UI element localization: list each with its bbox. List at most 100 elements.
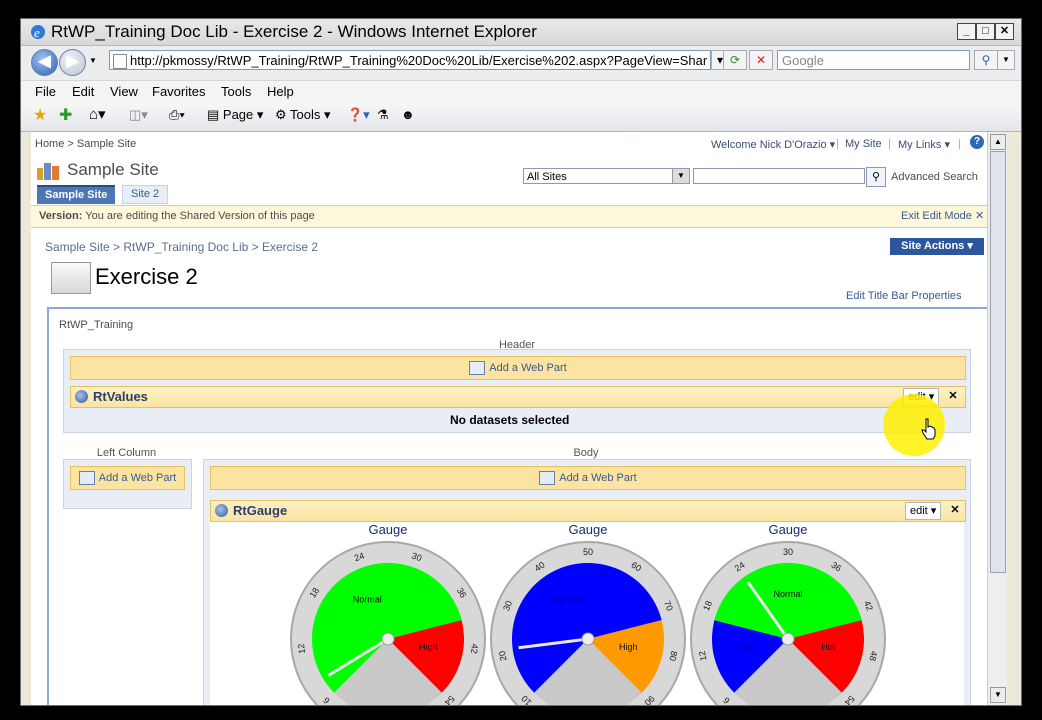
left-add-web-part-label: Add a Web Part [98, 472, 177, 484]
menu-tools[interactable]: Tools [221, 84, 251, 99]
gauge-area: Gauge Gauge Gauge Normal High 6 12 18 24 30 36 4… [210, 522, 964, 705]
my-links-menu[interactable]: My Links ▾ [898, 138, 950, 151]
stop-icon[interactable]: ✕ [749, 50, 773, 70]
welcome-menu[interactable]: Welcome Nick D'Orazio ▾ [711, 138, 835, 151]
search-options-icon[interactable]: ▼ [997, 50, 1015, 70]
rtgauge-webpart-header: RtGauge edit ▾ ✕ [210, 500, 966, 522]
body-add-web-part-button[interactable]: Add a Web Part [210, 466, 966, 490]
menu-view[interactable]: View [110, 84, 138, 99]
favorites-star-icon[interactable]: ★ [33, 105, 47, 125]
tools-menu-label: Tools [290, 107, 321, 122]
page-menu-label: Page [222, 107, 254, 122]
help-icon[interactable]: ? [970, 135, 984, 149]
gauge-3-zone-label-hot: Hot [821, 642, 836, 652]
edit-title-bar-link[interactable]: Edit Title Bar Properties [846, 290, 962, 302]
rtvalues-title: RtValues [93, 389, 148, 404]
rtgauge-title: RtGauge [233, 503, 288, 518]
search-go-icon[interactable]: ⚲ [974, 50, 998, 70]
page-breadcrumb[interactable]: Sample Site > RtWP_Training Doc Lib > Ex… [45, 240, 318, 254]
global-nav: Home > Sample Site Welcome Nick D'Orazio… [31, 132, 987, 156]
search-scope-value: All Sites [527, 171, 567, 183]
exit-edit-mode-link[interactable]: Exit Edit Mode ✕ [901, 206, 984, 227]
gauge-3-tick-label: 48 [867, 650, 879, 662]
forward-button[interactable]: ▶ [59, 49, 86, 76]
window-title: RtWP_Training Doc Lib - Exercise 2 - Win… [51, 22, 537, 41]
research-icon[interactable]: ⚗ [377, 107, 389, 123]
search-input[interactable]: Google [777, 50, 970, 70]
scroll-thumb[interactable] [990, 151, 1006, 573]
refresh-icon[interactable]: ⟳ [723, 50, 747, 70]
gauge-2-hub [581, 632, 595, 646]
page-title-icon [51, 262, 91, 294]
rtgauge-close-button[interactable]: ✕ [947, 502, 963, 518]
gauge-3-zone-label-low: Low [739, 642, 756, 652]
gauge-1-zone-label-high: High [419, 642, 438, 652]
scroll-up-icon[interactable]: ▲ [990, 134, 1006, 150]
site-actions-menu[interactable]: Site Actions ▾ [890, 238, 984, 255]
body-zone: Add a Web Part RtGauge edit ▾ ✕ Gauge Ga… [203, 459, 971, 705]
version-bar: Version: You are editing the Shared Vers… [31, 205, 987, 228]
internet-explorer-icon: e [31, 25, 45, 40]
page-icon [113, 54, 127, 69]
address-toolbar: ◀ ▶ ▼ http://pkmossy/RtWP_Training/RtWP_… [21, 46, 1021, 80]
site-search-input[interactable] [693, 168, 865, 184]
global-breadcrumb[interactable]: Home > Sample Site [35, 138, 136, 150]
body-zone-label: Body [573, 447, 599, 459]
add-favorite-icon[interactable]: ✚ [59, 105, 72, 125]
back-button[interactable]: ◀ [31, 49, 58, 76]
gauge-1-hub [381, 632, 395, 646]
add-web-part-icon [78, 471, 95, 486]
left-column-zone: Add a Web Part [63, 459, 192, 509]
body-add-web-part-label: Add a Web Part [559, 472, 637, 484]
gauge-3-zone-label-normal: Normal [773, 589, 802, 599]
add-web-part-icon [539, 471, 556, 486]
help-menu-icon[interactable]: ❓▾ [347, 107, 370, 123]
home-icon[interactable]: ⌂▾ [89, 105, 106, 123]
rtvalues-globe-icon [75, 390, 88, 403]
vertical-scrollbar[interactable]: ▲ ▼ [987, 132, 1007, 705]
menu-favorites[interactable]: Favorites [152, 84, 205, 99]
print-icon[interactable]: ⎙▾ [169, 107, 185, 123]
maximize-button[interactable]: □ [976, 23, 995, 40]
close-window-button[interactable]: ✕ [995, 23, 1014, 40]
menu-file[interactable]: File [35, 84, 56, 99]
tools-menu-button[interactable]: ⚙ Tools ▾ [275, 107, 331, 123]
svg-text:e: e [34, 25, 40, 40]
add-web-part-icon [469, 361, 486, 376]
tab-sample-site[interactable]: Sample Site [37, 185, 116, 204]
page-menu-button[interactable]: ▤ Page ▾ [207, 107, 263, 123]
page-content: Home > Sample Site Welcome Nick D'Orazio… [31, 132, 987, 705]
minimize-button[interactable]: _ [957, 23, 976, 40]
window-titlebar: e RtWP_Training Doc Lib - Exercise 2 - W… [21, 19, 1021, 46]
tab-site-2[interactable]: Site 2 [122, 185, 169, 204]
scroll-down-icon[interactable]: ▼ [990, 687, 1006, 703]
site-search-go-icon[interactable]: ⚲ [866, 167, 886, 187]
version-label: Version: [39, 210, 83, 222]
address-input[interactable]: http://pkmossy/RtWP_Training/RtWP_Traini… [109, 50, 711, 70]
rtgauge-edit-menu[interactable]: edit ▾ [905, 502, 942, 520]
menu-edit[interactable]: Edit [72, 84, 94, 99]
advanced-search-link[interactable]: Advanced Search [891, 171, 978, 183]
header-zone: Add a Web Part RtValues edit ▾ ✕ No data… [63, 349, 971, 433]
gauge-1-zone-label-normal: Normal [353, 595, 382, 605]
feeds-icon[interactable]: ◫▾ [129, 107, 148, 123]
menu-help[interactable]: Help [267, 84, 294, 99]
messenger-icon[interactable]: ☻ [401, 107, 415, 122]
header-add-web-part-button[interactable]: Add a Web Part [70, 356, 966, 380]
top-nav-tabs: Sample Site Site 2 Site Actions ▾ [31, 185, 987, 255]
site-title[interactable]: Sample Site [67, 160, 159, 180]
site-logo-icon [37, 163, 59, 180]
rtgauge-globe-icon [215, 504, 228, 517]
left-add-web-part-button[interactable]: Add a Web Part [70, 466, 185, 490]
no-datasets-message: No datasets selected [450, 413, 570, 427]
my-site-link[interactable]: My Site [845, 138, 882, 150]
menu-bar: File Edit View Favorites Tools Help [21, 80, 1021, 103]
browser-window: e RtWP_Training Doc Lib - Exercise 2 - W… [20, 18, 1022, 706]
history-dropdown-icon[interactable]: ▼ [89, 56, 97, 65]
gauge-1-tick-label: 42 [469, 643, 480, 654]
search-scope-select[interactable]: All Sites ▼ [523, 168, 690, 184]
rtvalues-close-button[interactable]: ✕ [945, 388, 961, 404]
url-text: http://pkmossy/RtWP_Training/RtWP_Traini… [130, 53, 708, 68]
gauge-1-tick-label: 12 [296, 643, 307, 654]
gauge-3-tick-label: 12 [697, 650, 709, 662]
